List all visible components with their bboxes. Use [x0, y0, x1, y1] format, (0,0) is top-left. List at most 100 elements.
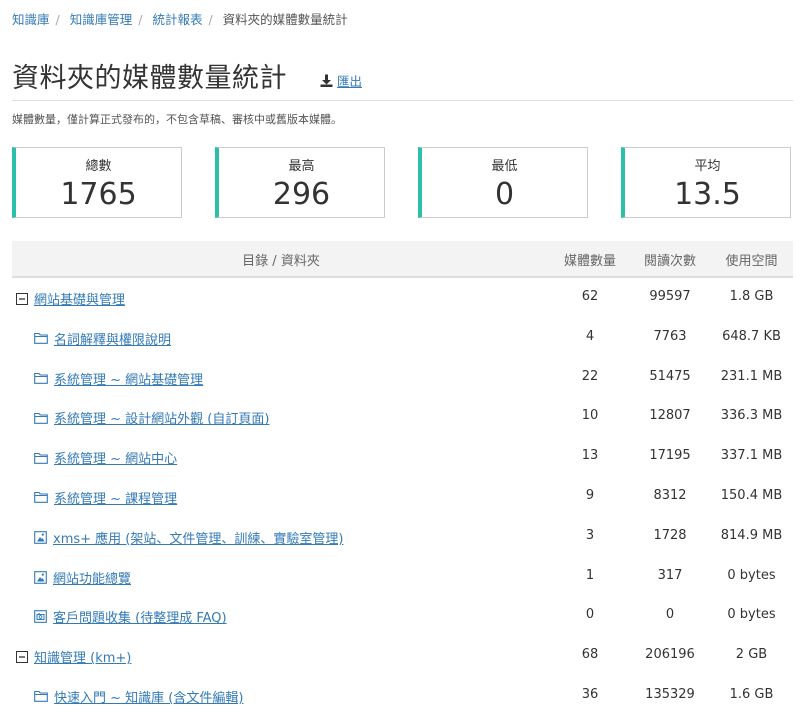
space-used: 2 GB [735, 647, 768, 663]
breadcrumb-kb-admin[interactable]: 知識庫管理 [70, 12, 133, 27]
breadcrumb-current: 資料夾的媒體數量統計 [222, 12, 348, 27]
stat-card-max: 最高 296 [215, 147, 385, 218]
page-title: 資料夾的媒體數量統計 [12, 63, 287, 94]
media-count: 3 [585, 527, 595, 543]
space-used: 1.8 GB [729, 289, 774, 304]
table-row: 網站基礎與管理 62 99597 1.8 GB [12, 278, 793, 318]
table-row: 系統管理 ~ 網站中心 13 17195 337.1 MB [12, 437, 793, 477]
folder-link[interactable]: 系統管理 ~ 設計網站外觀 (自訂頁面) [34, 408, 269, 427]
media-count: 1 [585, 567, 595, 583]
export-button[interactable]: 匯出 [320, 71, 362, 90]
space-used: 814.9 MB [720, 527, 783, 543]
space-used: 0 bytes [727, 607, 776, 623]
read-count: 206196 [645, 647, 695, 663]
image-folder-icon [34, 570, 47, 584]
folder-icon [34, 412, 48, 424]
folder-icon [34, 452, 48, 464]
folder-link[interactable]: 系統管理 ~ 課程管理 [34, 488, 177, 507]
breadcrumb-separator: / [208, 12, 213, 27]
space-used: 0 bytes [727, 567, 776, 583]
table-row: 系統管理 ~ 網站基礎管理 22 51475 231.1 MB [12, 358, 793, 398]
folder-icon [34, 691, 48, 703]
folder-link[interactable]: 客戶問題收集 (待整理成 FAQ) [34, 607, 227, 626]
row-name: 系統管理 ~ 網站基礎管理 [54, 372, 204, 388]
row-name: 系統管理 ~ 設計網站外觀 (自訂頁面) [54, 412, 270, 428]
table-row: xms+ 應用 (架站、文件管理、訓練、實驗室管理) 3 1728 814.9 … [12, 517, 793, 557]
header-name: 目錄 / 資料夾 [242, 254, 320, 269]
table-row: 網站功能總覽 1 317 0 bytes [12, 557, 793, 597]
image-folder-icon [34, 530, 47, 544]
table-row: 客戶問題收集 (待整理成 FAQ) 0 0 0 bytes [12, 596, 793, 636]
stat-value: 1765 [60, 177, 137, 212]
folder-link[interactable]: 系統管理 ~ 網站中心 [34, 448, 177, 467]
header-reads: 閱讀次數 [643, 254, 696, 269]
stat-value: 13.5 [674, 177, 741, 212]
space-used: 648.7 KB [722, 328, 781, 344]
read-count: 1728 [653, 527, 687, 543]
read-count: 51475 [649, 368, 691, 384]
media-count: 62 [581, 289, 599, 304]
space-used: 231.1 MB [720, 368, 783, 384]
header-space: 使用空間 [725, 254, 778, 269]
row-name: 網站基礎與管理 [34, 293, 126, 308]
minus-square-icon[interactable] [16, 292, 28, 305]
read-count: 317 [657, 567, 683, 583]
breadcrumb: 知識庫 / 知識庫管理 / 統計報表 / 資料夾的媒體數量統計 [12, 9, 348, 28]
folder-icon [34, 373, 48, 384]
folder-icon [34, 492, 48, 504]
media-count-note: 媒體數量，僅計算正式發布的，不包含草稿、審核中或舊版本媒體。 [12, 113, 342, 126]
row-name: 快速入門 ~ 知識庫 (含文件編輯) [54, 690, 244, 706]
read-count: 99597 [649, 289, 691, 304]
folder-link[interactable]: 系統管理 ~ 網站基礎管理 [34, 369, 203, 388]
space-used: 336.3 MB [720, 408, 783, 424]
media-count: 68 [581, 647, 599, 663]
category-link[interactable]: 知識管理 (km+) [16, 647, 131, 666]
space-used: 337.1 MB [720, 448, 783, 464]
media-count: 4 [585, 328, 595, 344]
stat-card-average: 平均 13.5 [621, 147, 791, 218]
read-count: 0 [665, 607, 675, 623]
minus-square-icon[interactable] [16, 650, 28, 663]
breadcrumb-separator: / [138, 12, 143, 27]
stat-label: 最高 [288, 159, 315, 174]
row-name: 系統管理 ~ 網站中心 [54, 452, 178, 468]
stat-label: 最低 [491, 159, 518, 174]
row-name: 知識管理 (km+) [34, 651, 132, 667]
row-name: 系統管理 ~ 課程管理 [54, 491, 178, 507]
media-count: 10 [581, 408, 599, 424]
read-count: 12807 [649, 408, 691, 424]
media-count: 36 [581, 686, 599, 702]
read-count: 135329 [645, 686, 695, 702]
folder-icon [34, 333, 48, 345]
read-count: 8312 [653, 487, 687, 503]
download-icon [320, 74, 333, 87]
category-link[interactable]: 網站基礎與管理 [16, 289, 125, 308]
read-count: 7763 [653, 328, 687, 344]
media-count: 0 [585, 607, 595, 623]
folder-media-table: 目錄 / 資料夾 媒體數量 閱讀次數 使用空間 網站基礎與管理 62 99597… [12, 241, 793, 716]
export-label: 匯出 [337, 74, 363, 89]
media-count: 9 [585, 487, 595, 503]
media-count: 22 [581, 368, 599, 384]
stat-value: 296 [272, 177, 331, 212]
folder-link[interactable]: 快速入門 ~ 知識庫 (含文件編輯) [34, 687, 243, 706]
table-row: 知識管理 (km+) 68 206196 2 GB [12, 636, 793, 676]
breadcrumb-separator: / [55, 12, 60, 27]
stat-value: 0 [494, 177, 515, 212]
table-row: 系統管理 ~ 課程管理 9 8312 150.4 MB [12, 477, 793, 517]
row-name: 名詞解釋與權限說明 [54, 332, 172, 348]
media-count: 13 [581, 448, 599, 464]
space-used: 1.6 GB [729, 686, 774, 702]
folder-link[interactable]: xms+ 應用 (架站、文件管理、訓練、實驗室管理) [34, 528, 343, 547]
stat-label: 平均 [694, 159, 721, 174]
stat-label: 總數 [85, 159, 112, 174]
breadcrumb-knowledge-base[interactable]: 知識庫 [12, 12, 50, 27]
breadcrumb-reports[interactable]: 統計報表 [152, 12, 202, 27]
header-count: 媒體數量 [563, 254, 616, 269]
space-used: 150.4 MB [720, 487, 783, 503]
folder-link[interactable]: 網站功能總覽 [34, 568, 131, 587]
table-row: 快速入門 ~ 知識庫 (含文件編輯) 36 135329 1.6 GB [12, 676, 793, 716]
table-row: 名詞解釋與權限說明 4 7763 648.7 KB [12, 318, 793, 358]
camera-folder-icon [34, 610, 47, 624]
folder-link[interactable]: 名詞解釋與權限說明 [34, 329, 171, 348]
